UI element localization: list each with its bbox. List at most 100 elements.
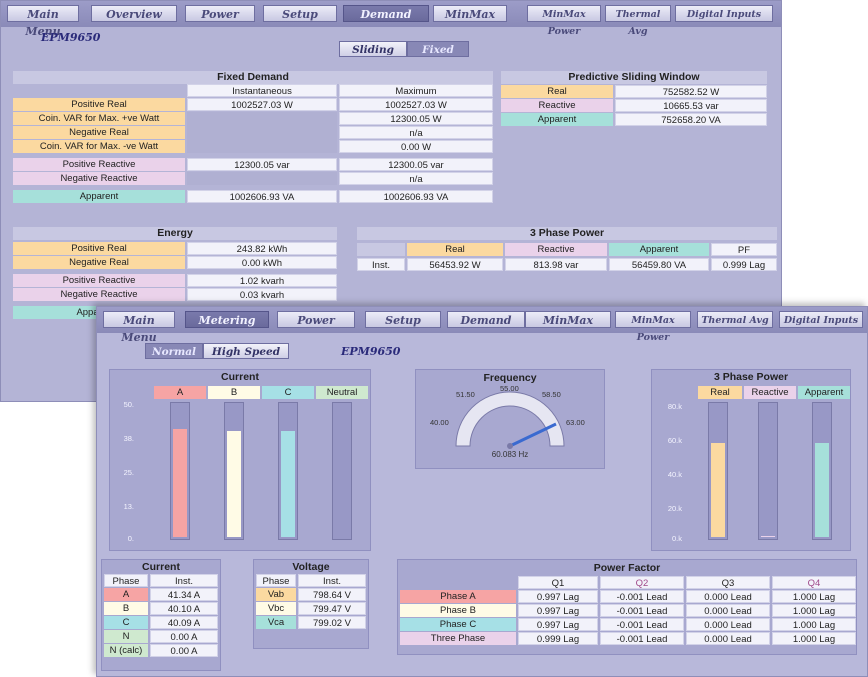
fixed-toggle[interactable]: Fixed xyxy=(407,41,469,57)
en-label-positive-reactive: Positive Reactive xyxy=(13,274,185,287)
power-tick-0k: 0.k xyxy=(671,534,682,543)
nav2-setup[interactable]: Setup xyxy=(365,311,441,328)
pf-c-q3: 0.000 Lead xyxy=(686,618,770,631)
freq-tick-58-5: 58.50 xyxy=(542,390,561,399)
fd-inst-apparent: 1002606.93 VA xyxy=(187,190,337,203)
nav2-digital-inputs[interactable]: Digital Inputs xyxy=(779,311,863,328)
en-label-negative-reactive: Negative Reactive xyxy=(13,288,185,301)
sliding-toggle[interactable]: Sliding xyxy=(339,41,407,57)
gauge-hub xyxy=(507,443,513,449)
fd-inst-positive-real: 1002527.03 W xyxy=(187,98,337,111)
nav-minmax[interactable]: MinMax xyxy=(433,5,507,22)
col-maximum: Maximum xyxy=(339,84,493,97)
pf-label-phase-b: Phase B xyxy=(400,604,516,617)
pf-header-q1: Q1 xyxy=(518,576,598,589)
fd-inst-positive-reactive: 12300.05 var xyxy=(187,158,337,171)
high-speed-toggle[interactable]: High Speed xyxy=(203,343,289,359)
tpp-apparent-value: 56459.80 VA xyxy=(609,258,709,271)
en-value-positive-reactive: 1.02 kvarh xyxy=(187,274,337,287)
nav-digital-inputs[interactable]: Digital Inputs xyxy=(675,5,773,22)
voltage-table-title: Voltage xyxy=(292,561,330,573)
freq-tick-40: 40.00 xyxy=(430,418,449,427)
tpp-header-real: Real xyxy=(407,243,503,256)
fd-label-apparent: Apparent xyxy=(13,190,185,203)
pred-label-real: Real xyxy=(501,85,613,98)
pred-label-apparent: Apparent xyxy=(501,113,613,126)
nav-overview[interactable]: Overview xyxy=(91,5,177,22)
nav-thermal-avg[interactable]: Thermal Avg xyxy=(605,5,671,37)
freq-tick-55: 55.00 xyxy=(500,384,519,393)
vt-value-vbc: 799.47 V xyxy=(298,602,366,615)
vt-phase-vca: Vca xyxy=(256,616,296,629)
ct-phase-c: C xyxy=(104,616,148,629)
nav-setup[interactable]: Setup xyxy=(263,5,337,22)
current-bar-a xyxy=(170,402,190,540)
tpp-header-pf: PF xyxy=(711,243,777,256)
power-bar-reactive xyxy=(758,402,778,540)
nav2-main-menu[interactable]: Main Menu xyxy=(103,311,175,344)
pf-header-q4: Q4 xyxy=(772,576,856,589)
ct-value-b: 40.10 A xyxy=(150,602,218,615)
power-tick-40k: 40.k xyxy=(667,470,682,479)
fd-max-positive-reactive: 12300.05 var xyxy=(339,158,493,171)
power-bar-real-fill xyxy=(711,443,725,537)
power-tick-20k: 20.k xyxy=(667,504,682,513)
power-col-reactive: Reactive xyxy=(744,386,796,399)
pf-a-q1: 0.997 Lag xyxy=(518,590,598,603)
power-col-apparent: Apparent xyxy=(798,386,850,399)
nav2-thermal-avg[interactable]: Thermal Avg xyxy=(697,311,773,328)
pf-3p-q1: 0.999 Lag xyxy=(518,632,598,645)
fd-max-negative-real: n/a xyxy=(339,126,493,139)
col-instantaneous: Instantaneous xyxy=(187,84,337,97)
fd-max-apparent: 1002606.93 VA xyxy=(339,190,493,203)
pf-b-q2: -0.001 Lead xyxy=(600,604,684,617)
current-bar-c-fill xyxy=(281,431,295,537)
metering-window: Main Menu Metering Power Setup Demand Mi… xyxy=(96,306,868,677)
en-label-positive-real: Positive Real xyxy=(13,242,185,255)
ct-phase-n: N xyxy=(104,630,148,643)
pf-c-q2: -0.001 Lead xyxy=(600,618,684,631)
tpp-title: 3 Phase Power xyxy=(357,227,777,240)
current-tick-50: 50. xyxy=(123,400,134,409)
tpp-header-apparent: Apparent xyxy=(609,243,709,256)
pf-c-q4: 1.000 Lag xyxy=(772,618,856,631)
nav-main-menu[interactable]: Main Menu xyxy=(7,5,79,38)
en-label-negative-real: Negative Real xyxy=(13,256,185,269)
pf-b-q4: 1.000 Lag xyxy=(772,604,856,617)
power-tick-60k: 60.k xyxy=(667,436,682,445)
ct-phase-n-calc: N (calc) xyxy=(104,644,148,657)
tpp-real-value: 56453.92 W xyxy=(407,258,503,271)
pf-b-q3: 0.000 Lead xyxy=(686,604,770,617)
ct-value-n-calc: 0.00 A xyxy=(150,644,218,657)
nav-demand[interactable]: Demand xyxy=(343,5,429,22)
pf-b-q1: 0.997 Lag xyxy=(518,604,598,617)
nav2-demand[interactable]: Demand xyxy=(447,311,525,328)
vt-header-phase: Phase xyxy=(256,574,296,587)
ct-phase-a: A xyxy=(104,588,148,601)
pf-label-phase-a: Phase A xyxy=(400,590,516,603)
nav2-minmax-power[interactable]: MinMax Power xyxy=(615,311,691,343)
normal-toggle[interactable]: Normal xyxy=(145,343,203,359)
voltage-table-panel: Voltage Phase Inst. Vab 798.64 V Vbc 799… xyxy=(253,559,369,649)
tpp-header-reactive: Reactive xyxy=(505,243,607,256)
fd-label-positive-real: Positive Real xyxy=(13,98,185,111)
fd-inst-empty-2 xyxy=(187,172,337,185)
current-bar-c xyxy=(278,402,298,540)
pred-value-real: 752582.52 W xyxy=(615,85,767,98)
pf-3p-q4: 1.000 Lag xyxy=(772,632,856,645)
power-chart-title: 3 Phase Power xyxy=(713,371,789,383)
current-bar-neutral xyxy=(332,402,352,540)
fd-label-negative-reactive: Negative Reactive xyxy=(13,172,185,185)
power-factor-title: Power Factor xyxy=(593,562,661,574)
nav-minmax-power[interactable]: MinMax Power xyxy=(527,5,601,37)
fd-label-negative-real: Negative Real xyxy=(13,126,185,139)
current-tick-13: 13. xyxy=(123,502,134,511)
nav-power[interactable]: Power xyxy=(185,5,255,22)
nav2-metering[interactable]: Metering xyxy=(185,311,269,328)
fixed-demand-title: Fixed Demand xyxy=(13,71,493,84)
ct-phase-b: B xyxy=(104,602,148,615)
current-bar-b-fill xyxy=(227,431,241,537)
pred-value-apparent: 752658.20 VA xyxy=(615,113,767,126)
nav2-minmax[interactable]: MinMax xyxy=(525,311,611,328)
nav2-power[interactable]: Power xyxy=(277,311,355,328)
